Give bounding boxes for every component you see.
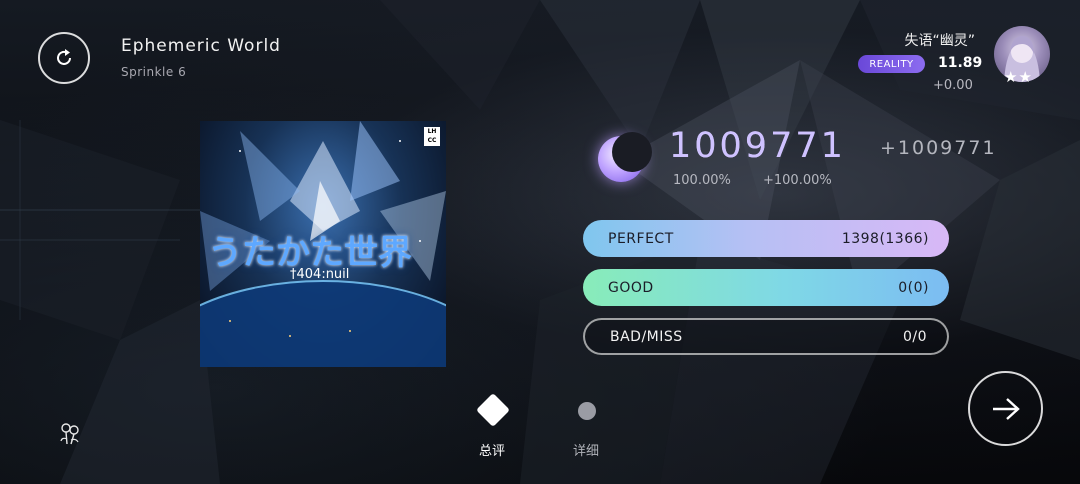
song-difficulty: Sprinkle 6 [121,65,187,79]
tab-detail-dot-icon[interactable] [578,402,596,420]
tab-overview[interactable]: 总评 [479,440,505,459]
judge-good-bar: GOOD 0(0) [583,269,949,306]
rank-stars: ★★ [1004,68,1033,86]
accuracy-delta: +100.00% [763,173,832,188]
judge-value: 0/0 [902,328,927,345]
score-delta: +1009771 [880,137,997,159]
flower-icon[interactable] [57,420,83,446]
moon-icon [598,132,652,182]
judge-perfect-bar: PERFECT 1398(1366) [583,220,949,257]
player-name: 失语“幽灵” [904,33,975,49]
judge-bad-miss-bar: BAD/MISS 0/0 [583,318,949,355]
cover-logo: LH CC [424,127,440,146]
retry-button[interactable] [38,32,90,84]
next-button[interactable] [968,371,1043,446]
judge-label: GOOD [608,279,654,296]
rks-delta: +0.00 [933,78,973,93]
retry-icon [57,49,71,65]
reality-badge: REALITY [858,55,925,73]
cover-art: うたかた世界 †404:nuil [200,121,446,367]
judge-label: PERFECT [608,230,674,247]
song-title: Ephemeric World [121,36,281,56]
judge-label: BAD/MISS [610,328,683,345]
rks-value: 11.89 [938,55,983,71]
cover-artist: †404:nuil [290,267,350,282]
judge-value: 0(0) [898,279,929,296]
score-value: 1009771 [669,126,846,166]
tab-detail[interactable]: 详细 [573,440,599,459]
arrow-right-icon [992,397,1020,420]
accuracy: 100.00% [673,173,731,188]
result-screen: Ephemeric World Sprinkle 6 失语“幽灵” REALIT… [0,0,1080,484]
judge-value: 1398(1366) [841,230,929,247]
